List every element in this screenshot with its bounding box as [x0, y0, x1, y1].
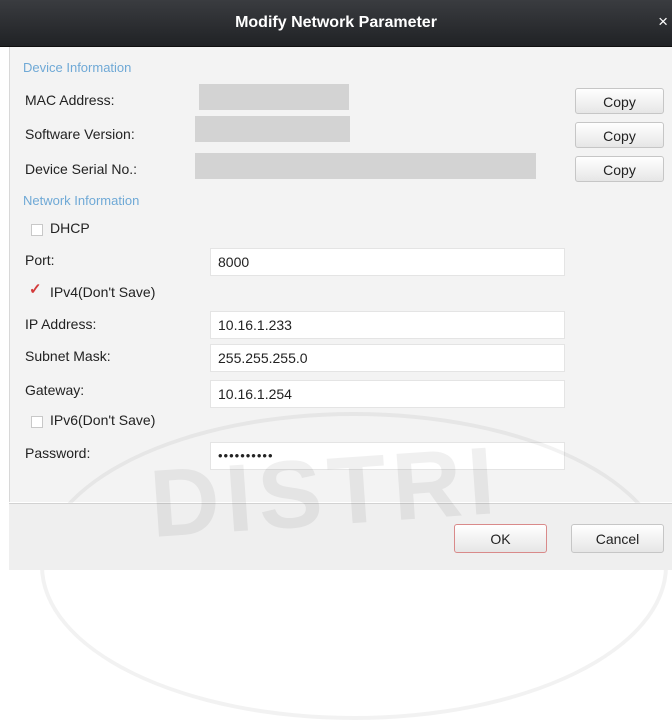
network-information-section: Network Information [23, 193, 140, 208]
dialog-title: Modify Network Parameter [235, 14, 437, 31]
copy-mac-button[interactable]: Copy [575, 88, 664, 114]
ok-button[interactable]: OK [454, 524, 547, 553]
gateway-label: Gateway: [25, 382, 85, 398]
dhcp-checkbox[interactable] [31, 224, 43, 236]
ipv4-checkbox[interactable]: ✓ [29, 280, 42, 298]
ipv4-label: IPv4(Don't Save) [50, 284, 156, 300]
mac-address-label: MAC Address: [25, 92, 115, 108]
mac-address-value [199, 84, 349, 110]
cancel-button[interactable]: Cancel [571, 524, 664, 553]
copy-software-button[interactable]: Copy [575, 122, 664, 148]
serial-number-label: Device Serial No.: [25, 161, 138, 177]
software-version-value [195, 116, 350, 142]
port-input[interactable]: 8000 [210, 248, 565, 276]
copy-serial-button[interactable]: Copy [575, 156, 664, 182]
ip-address-label: IP Address: [25, 316, 97, 332]
ipv6-label: IPv6(Don't Save) [50, 412, 156, 428]
serial-number-value [195, 153, 536, 179]
dialog-body: Device Information MAC Address: Copy Sof… [9, 47, 672, 502]
dhcp-label: DHCP [50, 220, 90, 236]
subnet-mask-label: Subnet Mask: [25, 348, 111, 364]
password-label: Password: [25, 445, 91, 461]
title-bar: Modify Network Parameter × [0, 0, 672, 47]
gateway-input[interactable]: 10.16.1.254 [210, 380, 565, 408]
dialog-footer: OK Cancel [9, 503, 672, 570]
ipv6-checkbox[interactable] [31, 416, 43, 428]
device-information-section: Device Information [23, 60, 132, 75]
ip-address-input[interactable]: 10.16.1.233 [210, 311, 565, 339]
close-icon[interactable]: × [658, 12, 668, 32]
software-version-label: Software Version: [25, 126, 135, 142]
subnet-mask-input[interactable]: 255.255.255.0 [210, 344, 565, 372]
port-label: Port: [25, 252, 55, 268]
password-input[interactable]: •••••••••• [210, 442, 565, 470]
